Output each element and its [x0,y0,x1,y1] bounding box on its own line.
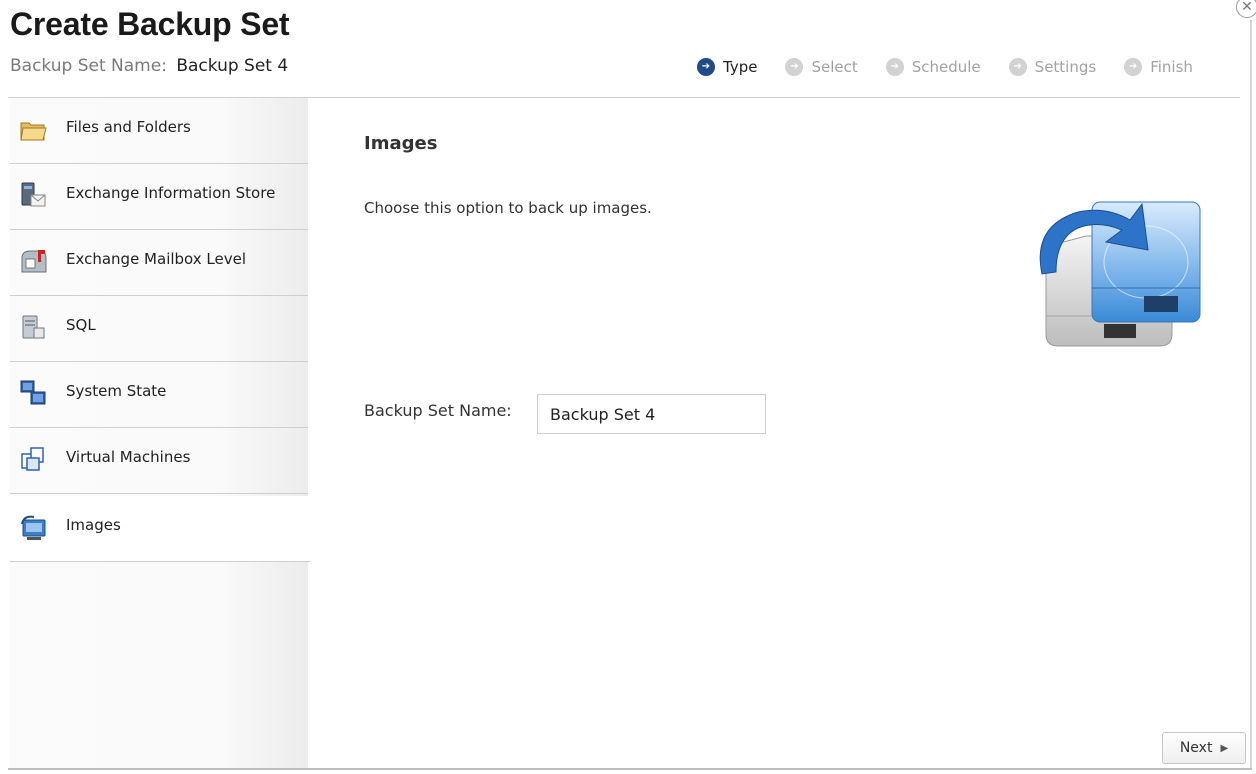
sidebar-item-exchange-information-store[interactable]: Exchange Information Store [10,164,308,230]
sidebar-item-label: Images [66,516,121,534]
step-arrow-icon: ➔ [1008,58,1027,76]
step-label: Select [811,58,858,76]
sidebar-item-label: Virtual Machines [66,448,191,466]
sidebar-item-sql[interactable]: SQL [10,296,308,362]
step-label: Type [723,58,758,76]
sidebar-item-virtual-machines[interactable]: Virtual Machines [10,428,308,494]
mailbox-icon [21,250,47,273]
disk-image-backup-icon [1039,201,1201,347]
backup-set-name-label: Backup Set Name: [364,401,512,420]
sidebar-item-images[interactable]: Images [10,496,310,562]
content-description: Choose this option to back up images. [364,199,652,217]
dialog-right-border [1250,20,1252,770]
dialog-subtitle: Backup Set Name: Backup Set 4 [10,56,288,76]
virtual-machines-icon [21,447,44,471]
sidebar-item-exchange-mailbox-level[interactable]: Exchange Mailbox Level [10,230,308,296]
images-icon [21,515,46,540]
next-button-label: Next [1179,740,1213,756]
play-arrow-icon: ▶ [1220,742,1229,754]
subtitle-value: Backup Set 4 [176,56,289,76]
dialog-bottom-border [8,768,1252,770]
sidebar-item-label: SQL [66,316,96,334]
subtitle-label: Backup Set Name: [10,56,167,76]
backup-type-sidebar: Files and Folders Exchange Information S… [10,98,310,768]
step-type: ➔ Type [697,58,757,76]
sidebar-item-label: System State [66,382,167,400]
step-label: Finish [1150,58,1193,76]
step-arrow-icon: ➔ [1124,58,1143,76]
step-arrow-icon: ➔ [885,58,904,76]
exchange-server-icon [21,182,46,207]
system-state-icon [20,380,46,405]
content-title: Images [364,133,438,154]
wizard-steps: ➔ Type ➔ Select ➔ Schedule ➔ Settings ➔ … [697,57,1193,77]
step-finish: ➔ Finish [1124,58,1193,76]
step-arrow-icon: ➔ [785,58,804,76]
backup-set-name-input[interactable] [537,394,766,434]
step-settings: ➔ Settings [1008,58,1097,76]
sidebar-item-label: Exchange Mailbox Level [66,250,247,268]
close-icon[interactable]: ✕ [1236,0,1256,18]
step-select: ➔ Select [785,58,858,76]
folder-icon [20,122,47,141]
dialog-title: Create Backup Set [10,6,290,42]
sidebar-item-files-and-folders[interactable]: Files and Folders [10,98,308,164]
step-label: Settings [1034,58,1097,76]
sidebar-item-system-state[interactable]: System State [10,362,308,428]
database-icon [22,315,45,339]
step-schedule: ➔ Schedule [885,58,981,76]
next-button[interactable]: Next ▶ [1162,732,1246,764]
step-arrow-icon: ➔ [697,58,715,76]
sidebar-item-label: Exchange Information Store [66,184,276,202]
step-label: Schedule [911,58,981,76]
sidebar-item-label: Files and Folders [66,118,191,136]
